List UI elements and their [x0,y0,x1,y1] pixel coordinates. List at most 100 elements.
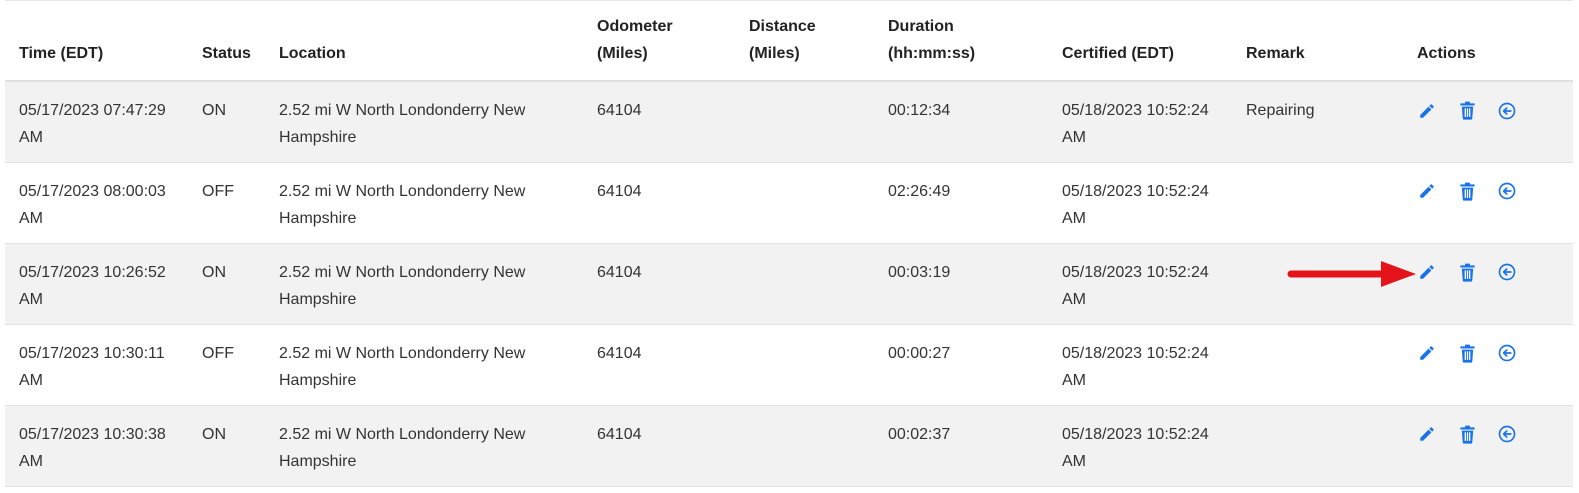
cell-location: 2.52 mi W North Londonderry New Hampshir… [279,102,526,146]
table-row: 05/17/2023 08:00:03 AM OFF 2.52 mi W Nor… [5,162,1573,243]
header-distance-line2: (Miles) [749,45,800,62]
header-actions: Actions [1403,1,1573,82]
cell-odometer: 64104 [597,182,642,200]
cell-remark [1232,162,1403,243]
cell-duration: 00:00:27 [888,344,951,362]
table-row: 05/17/2023 10:30:11 AM OFF 2.52 mi W Nor… [5,324,1573,405]
cell-status: ON [202,102,226,119]
pencil-icon [1420,103,1434,118]
header-location: Location [265,1,583,82]
circle-arrow-left-icon [1498,344,1516,362]
cell-distance [735,81,874,162]
cell-actions [1403,81,1573,162]
delete-button[interactable] [1457,101,1477,121]
cell-certified: 05/18/2023 10:52:24 AM [1062,102,1209,146]
trash-icon [1459,263,1475,282]
cell-actions [1403,324,1573,405]
cell-actions [1403,405,1573,486]
row-actions [1417,421,1563,448]
delete-button[interactable] [1457,262,1477,282]
cell-distance [735,405,874,486]
cell-distance [735,162,874,243]
cell-time: 05/17/2023 10:30:38 AM [19,425,166,470]
revert-button[interactable] [1497,262,1517,282]
cell-actions [1403,162,1573,243]
cell-duration: 00:12:34 [888,102,951,119]
header-distance-line1: Distance [749,18,816,35]
cell-status: ON [202,425,226,443]
revert-button[interactable] [1497,181,1517,201]
cell-time: 05/17/2023 08:00:03 AM [19,182,166,227]
delete-button[interactable] [1457,424,1477,444]
cell-remark [1232,405,1403,486]
cell-location: 2.52 mi W North Londonderry New Hampshir… [279,182,526,227]
delete-button[interactable] [1457,343,1477,363]
circle-arrow-left-icon [1498,263,1516,281]
cell-location: 2.52 mi W North Londonderry New Hampshir… [279,263,526,308]
cell-actions [1403,243,1573,324]
trash-icon [1459,344,1475,363]
edit-button[interactable] [1417,343,1437,363]
cell-odometer: 64104 [597,263,642,281]
cell-remark: Repairing [1246,102,1315,119]
edit-button[interactable] [1417,262,1437,282]
cell-duration: 00:02:37 [888,425,951,443]
table-row: 05/17/2023 10:30:38 AM ON 2.52 mi W Nort… [5,405,1573,486]
edit-button[interactable] [1417,181,1437,201]
log-table: Time (EDT) Status Location Odometer (Mil… [5,1,1573,487]
edit-button[interactable] [1417,101,1437,121]
cell-duration: 00:03:19 [888,263,951,281]
cell-odometer: 64104 [597,425,642,443]
cell-time: 05/17/2023 10:30:11 AM [19,344,165,389]
header-odometer: Odometer (Miles) [583,1,735,82]
row-actions [1417,259,1563,286]
circle-arrow-left-icon [1498,182,1516,200]
cell-status: ON [202,263,226,281]
annotation-arrow [1287,261,1416,287]
trash-icon [1459,425,1475,444]
row-actions [1417,97,1563,124]
revert-button[interactable] [1497,101,1517,121]
header-remark: Remark [1232,1,1403,82]
cell-certified: 05/18/2023 10:52:24 AM [1062,344,1209,389]
header-duration-line1: Duration [888,18,954,35]
cell-distance [735,243,874,324]
cell-time: 05/17/2023 07:47:29 AM [19,102,166,146]
cell-status: OFF [202,182,234,200]
cell-odometer: 64104 [597,102,642,119]
table-row: 05/17/2023 07:47:29 AM ON 2.52 mi W Nort… [5,81,1573,162]
delete-button[interactable] [1457,181,1477,201]
edit-button[interactable] [1417,424,1437,444]
header-distance: Distance (Miles) [735,1,874,82]
circle-arrow-left-icon [1498,102,1516,119]
pencil-icon [1420,346,1434,360]
cell-certified: 05/18/2023 10:52:24 AM [1062,263,1209,308]
cell-certified: 05/18/2023 10:52:24 AM [1062,425,1209,470]
row-actions [1417,340,1563,367]
cell-distance [735,324,874,405]
table-header-row: Time (EDT) Status Location Odometer (Mil… [5,1,1573,82]
row-actions [1417,178,1563,205]
cell-status: OFF [202,344,234,362]
revert-button[interactable] [1497,343,1517,363]
circle-arrow-left-icon [1498,425,1516,443]
trash-icon [1459,182,1475,201]
header-odometer-line1: Odometer [597,18,673,35]
header-certified: Certified (EDT) [1048,1,1232,82]
cell-location: 2.52 mi W North Londonderry New Hampshir… [279,425,526,470]
trash-icon [1459,101,1475,120]
pencil-icon [1420,184,1434,198]
pencil-icon [1420,427,1434,441]
cell-remark [1232,324,1403,405]
cell-duration: 02:26:49 [888,182,951,200]
header-status: Status [188,1,265,82]
cell-certified: 05/18/2023 10:52:24 AM [1062,182,1209,227]
revert-button[interactable] [1497,424,1517,444]
header-duration: Duration (hh:mm:ss) [874,1,1048,82]
pencil-icon [1420,265,1434,279]
cell-location: 2.52 mi W North Londonderry New Hampshir… [279,344,526,389]
header-duration-line2: (hh:mm:ss) [888,45,976,62]
cell-time: 05/17/2023 10:26:52 AM [19,263,166,308]
header-time: Time (EDT) [5,1,188,82]
cell-odometer: 64104 [597,344,642,362]
